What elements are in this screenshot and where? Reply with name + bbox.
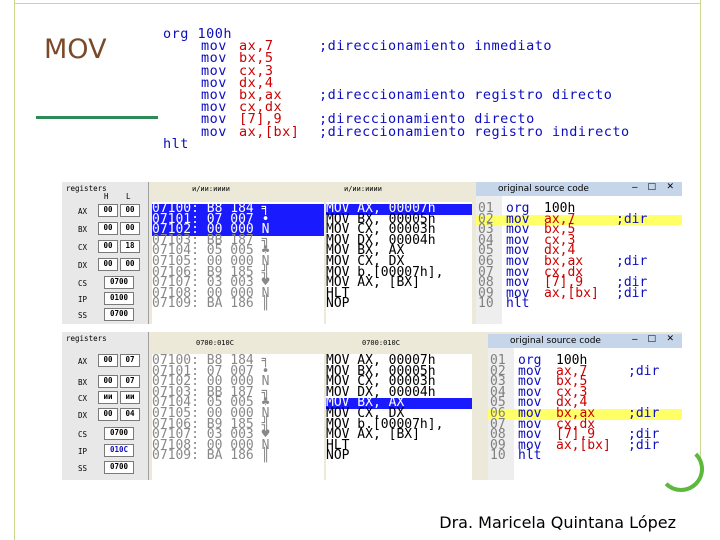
reg-name: CX xyxy=(78,243,88,252)
seg-name: CS xyxy=(78,279,88,288)
seg-value[interactable]: 0700 xyxy=(104,461,134,474)
source-code-window[interactable]: original source code ‒ □ ✕ 01 org 100h 02 m… xyxy=(476,182,682,324)
source-line: 10 hlt xyxy=(478,296,530,312)
reg-low[interactable]: 04 xyxy=(120,408,140,421)
seg-name: SS xyxy=(78,464,88,473)
disassembly-pane[interactable]: MOV AX, 00007h MOV BX, 00005h MOV CX, 00… xyxy=(326,354,472,480)
reg-high[interactable]: 00 xyxy=(98,204,118,217)
reg-high[interactable]: 00 xyxy=(98,375,118,388)
reg-name: AX xyxy=(78,357,88,366)
reg-high[interactable]: 00 xyxy=(98,408,118,421)
reg-high[interactable]: 00 xyxy=(98,258,118,271)
disassembly-pane[interactable]: MOV AX, 00007h MOV BX, 00005h MOV CX, 00… xyxy=(326,202,472,324)
memory-pane[interactable]: 07100: B8 184 ╕ 07101: 07 007 • 07102: 0… xyxy=(152,202,324,324)
close-icon[interactable]: ✕ xyxy=(666,334,674,344)
seg-value[interactable]: 0700 xyxy=(104,308,134,321)
reg-name: BX xyxy=(78,225,88,234)
author-name: Dra. Maricela Quintana López xyxy=(439,513,676,532)
reg-high[interactable]: 00 xyxy=(98,222,118,235)
slide-title: MOV xyxy=(44,34,107,65)
reg-high[interactable]: 00 xyxy=(98,240,118,253)
emulator-screenshot-bottom: registers AX 00 07 BX 00 07 CX ии ии DX … xyxy=(62,332,682,480)
registers-panel: registers AX 00 07 BX 00 07 CX ии ии DX … xyxy=(62,332,149,480)
memory-row[interactable]: 07109: BA 186 ║ xyxy=(152,450,324,463)
reg-low[interactable]: 00 xyxy=(120,204,140,217)
memory-address-header: и/ии:ииии xyxy=(192,185,230,193)
seg-value[interactable]: 0100 xyxy=(104,292,134,305)
reg-low[interactable]: 00 xyxy=(120,258,140,271)
reg-low[interactable]: 07 xyxy=(120,375,140,388)
reg-name: DX xyxy=(78,261,88,270)
registers-label: registers xyxy=(66,184,107,193)
reg-name: AX xyxy=(78,207,88,216)
emulator-screenshot-top: registers H L AX 00 00 BX 00 00 CX 00 18… xyxy=(62,182,682,324)
reg-low[interactable]: 18 xyxy=(120,240,140,253)
disassembly-address-header: и/ии:ииии xyxy=(344,185,382,193)
seg-name: CS xyxy=(78,430,88,439)
reg-name: DX xyxy=(78,411,88,420)
registers-panel: registers H L AX 00 00 BX 00 00 CX 00 18… xyxy=(62,182,149,324)
source-code-window[interactable]: original source code ‒ □ ✕ 01 org 100h 02 m… xyxy=(488,334,682,480)
maximize-icon[interactable]: □ xyxy=(647,182,656,192)
registers-label: registers xyxy=(66,334,107,343)
reg-name: CX xyxy=(78,394,88,403)
decorative-arc xyxy=(658,446,704,492)
source-window-titlebar: original source code ‒ □ ✕ xyxy=(476,182,682,196)
seg-name: IP xyxy=(78,447,88,456)
h-label: H xyxy=(104,192,109,201)
disassembly-row[interactable]: NOP xyxy=(326,450,472,463)
seg-value[interactable]: 010C xyxy=(104,444,134,457)
minimize-icon[interactable]: ‒ xyxy=(632,182,638,193)
reg-low[interactable]: 00 xyxy=(120,222,140,235)
memory-row[interactable]: 07109: BA 186 ║ xyxy=(152,298,324,311)
source-window-titlebar: original source code ‒ □ ✕ xyxy=(488,334,682,348)
reg-high[interactable]: ии xyxy=(98,391,118,404)
seg-value[interactable]: 0700 xyxy=(104,427,134,440)
frame-line-left xyxy=(14,0,15,540)
minimize-icon[interactable]: ‒ xyxy=(632,334,638,345)
memory-address-header: 0700:010C xyxy=(196,339,234,347)
frame-line-top xyxy=(14,3,700,4)
title-underline xyxy=(36,116,158,119)
maximize-icon[interactable]: □ xyxy=(647,334,656,344)
memory-pane[interactable]: 07100: B8 184 ╕ 07101: 07 007 • 07102: 0… xyxy=(152,354,324,480)
disassembly-address-header: 0700:010C xyxy=(362,339,400,347)
l-label: L xyxy=(126,192,131,201)
source-line: 10 hlt xyxy=(490,448,542,464)
source-window-title: original source code xyxy=(510,336,601,346)
reg-low[interactable]: 07 xyxy=(120,354,140,367)
reg-name: BX xyxy=(78,378,88,387)
reg-high[interactable]: 00 xyxy=(98,354,118,367)
seg-name: SS xyxy=(78,311,88,320)
source-window-title: original source code xyxy=(498,184,589,194)
close-icon[interactable]: ✕ xyxy=(666,182,674,192)
frame-line-right xyxy=(700,0,701,460)
seg-name: IP xyxy=(78,295,88,304)
seg-value[interactable]: 0700 xyxy=(104,276,134,289)
disassembly-row[interactable]: NOP xyxy=(326,298,472,311)
reg-low[interactable]: ии xyxy=(120,391,140,404)
